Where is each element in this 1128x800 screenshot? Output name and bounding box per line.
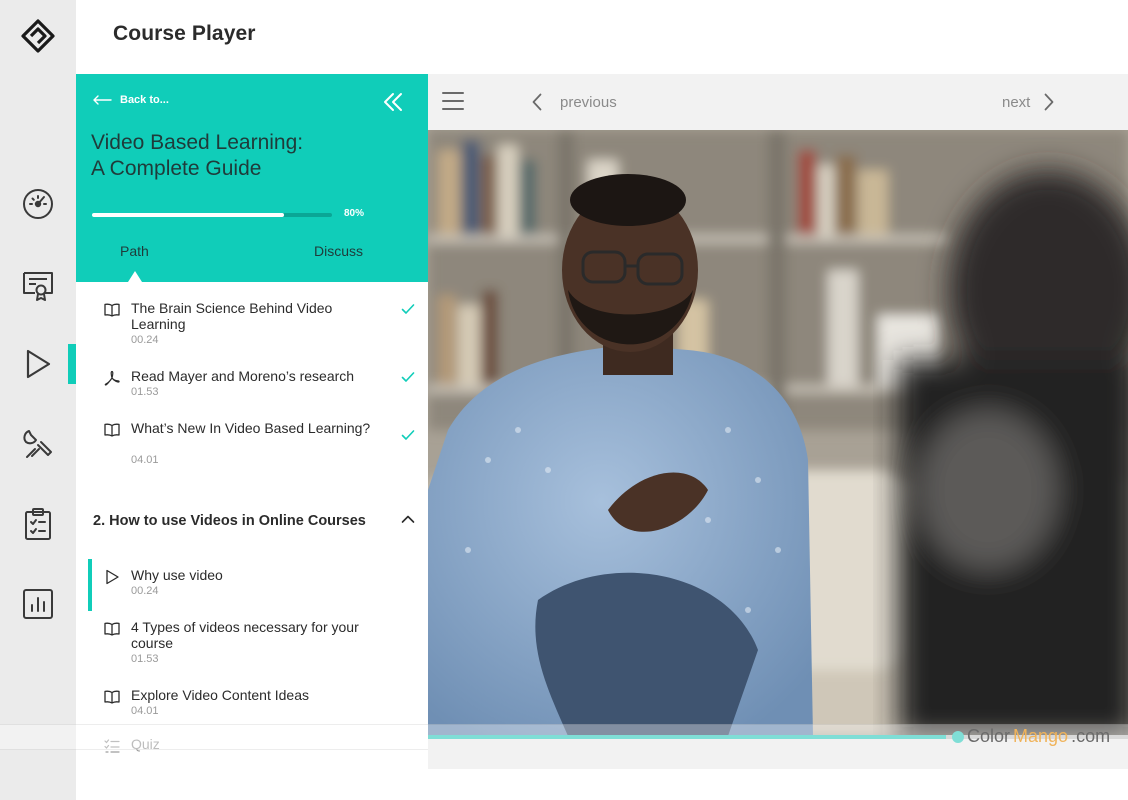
lesson-duration: 01.53 [131,653,159,665]
clipboard-icon [25,508,51,540]
chevron-up-icon[interactable] [401,514,415,524]
lesson-duration: 04.01 [131,705,159,717]
lesson-duration: 00.24 [131,334,159,346]
lesson-item[interactable]: The Brain Science Behind Video Learning … [76,300,428,348]
lesson-duration: 04.01 [131,454,159,466]
certificate-icon [23,272,53,301]
lesson-title: Read Mayer and Moreno’s research [131,368,355,384]
back-link[interactable]: Back to... [92,94,169,106]
dashboard-icon [23,189,53,219]
active-tab-indicator [128,271,142,282]
course-panel: Back to... Video Based Learning: A Compl… [76,74,428,800]
watermark: Color Mango .com [952,726,1110,747]
nav-reports[interactable] [0,578,76,630]
nav-tools[interactable] [0,419,76,471]
top-bar: Course Player [76,0,1128,74]
course-header: Back to... Video Based Learning: A Compl… [76,74,428,282]
course-progress-bar [92,213,332,217]
app: Course Player Back to... Video Based Lea… [0,0,1128,800]
play-icon [26,349,51,379]
book-icon [104,303,120,317]
check-icon [401,430,415,440]
previous-button[interactable]: previous [532,93,617,111]
lesson-title: The Brain Science Behind Video Learning [131,300,333,332]
previous-label: previous [560,93,617,111]
tab-discuss[interactable]: Discuss [314,243,363,259]
checklist-icon [104,739,120,753]
quiz-label: Quiz [131,736,160,752]
watermark-text-2: Mango [1013,726,1069,746]
player-toolbar: previous next [428,74,1128,130]
next-button[interactable]: next [1002,93,1054,111]
course-title: Video Based Learning: A Complete Guide [91,131,304,180]
nav-assignments[interactable] [0,498,76,550]
book-icon [104,690,120,704]
pdf-icon [104,370,120,386]
icon-rail [0,0,76,800]
next-label: next [1002,93,1031,111]
nav-certificates[interactable] [0,260,76,312]
collapse-panel-icon[interactable] [382,91,404,113]
watermark-dot-icon [952,730,964,743]
lesson-title: 4 Types of videos necessary for your cou… [131,619,359,651]
lesson-title: Explore Video Content Ideas [131,687,309,703]
course-progress-fill [92,213,284,217]
chart-icon [23,589,53,619]
arrow-left-icon [93,95,112,105]
tools-icon [23,430,52,458]
section-title[interactable]: 2. How to use Videos in Online Courses [93,513,366,529]
lesson-item[interactable]: 4 Types of videos necessary for your cou… [76,619,428,667]
lesson-item[interactable]: Read Mayer and Moreno’s research 01.53 [76,368,428,400]
play-icon [106,569,119,585]
check-icon [401,372,415,382]
watermark-text-1: Color [967,726,1011,746]
book-icon [104,423,120,437]
quiz-item[interactable]: Quiz [76,736,428,762]
lesson-title: What’s New In Video Based Learning? [131,420,371,436]
lesson-title: Why use video [131,567,223,583]
lesson-duration: 00.24 [131,585,159,597]
lesson-item[interactable]: What’s New In Video Based Learning? 04.0… [76,420,428,468]
video-still-image [428,130,1128,736]
book-icon [104,622,120,636]
video-frame[interactable] [428,130,1128,736]
menu-icon[interactable] [442,91,464,111]
lesson-item-current[interactable]: Why use video 00.24 [76,559,428,611]
tab-path[interactable]: Path [120,243,149,259]
chevron-left-icon [532,93,542,111]
lesson-duration: 01.53 [131,386,159,398]
watermark-text-3: .com [1071,726,1111,746]
chevron-right-icon [1044,93,1054,111]
nav-player[interactable] [0,338,76,390]
check-icon [401,304,415,314]
lesson-item[interactable]: Explore Video Content Ideas 04.01 [76,687,428,723]
back-label: Back to... [120,94,169,106]
course-progress-label: 80% [344,208,365,219]
app-logo-icon[interactable] [18,16,58,56]
page-title: Course Player [113,22,256,45]
nav-dashboard[interactable] [0,178,76,230]
